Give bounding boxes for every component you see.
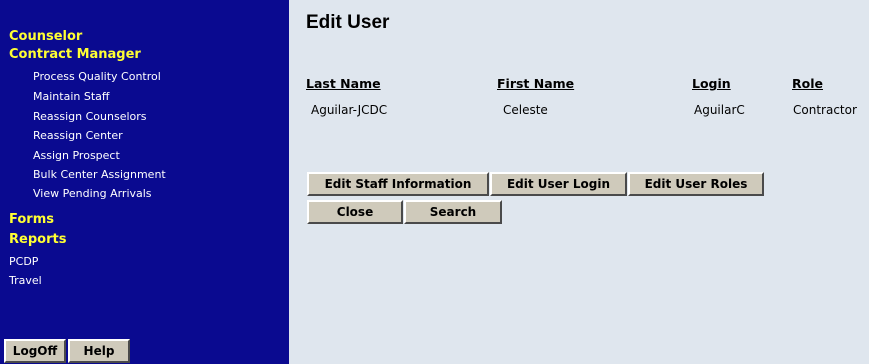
nav-process-quality-control[interactable]: Process Quality Control <box>33 70 161 83</box>
nav-counselor[interactable]: Counselor <box>9 29 82 44</box>
nav-forms[interactable]: Forms <box>9 212 54 227</box>
page-title: Edit User <box>306 12 390 33</box>
col-header-last-name: Last Name <box>306 76 381 91</box>
col-header-login: Login <box>692 76 731 91</box>
nav-bulk-center-assignment[interactable]: Bulk Center Assignment <box>33 168 166 181</box>
sidebar-nav: Counselor Contract Manager Process Quali… <box>0 0 289 364</box>
col-header-role: Role <box>792 76 823 91</box>
help-button[interactable]: Help <box>68 339 130 363</box>
edit-staff-information-button[interactable]: Edit Staff Information <box>307 172 489 196</box>
nav-assign-prospect[interactable]: Assign Prospect <box>33 149 120 162</box>
nav-contract-manager[interactable]: Contract Manager <box>9 47 141 62</box>
user-first-name: Celeste <box>503 103 548 117</box>
user-role: Contractor <box>793 103 857 117</box>
col-header-first-name: First Name <box>497 76 575 91</box>
nav-reports[interactable]: Reports <box>9 232 66 247</box>
nav-reassign-counselors[interactable]: Reassign Counselors <box>33 110 147 123</box>
nav-travel[interactable]: Travel <box>9 274 42 287</box>
logoff-button[interactable]: LogOff <box>4 339 66 363</box>
user-last-name: Aguilar-JCDC <box>311 103 388 117</box>
edit-user-roles-button[interactable]: Edit User Roles <box>628 172 764 196</box>
search-button[interactable]: Search <box>404 200 502 224</box>
nav-reassign-center[interactable]: Reassign Center <box>33 129 123 142</box>
edit-user-login-button[interactable]: Edit User Login <box>490 172 627 196</box>
nav-pcdp[interactable]: PCDP <box>9 255 38 268</box>
nav-maintain-staff[interactable]: Maintain Staff <box>33 90 109 103</box>
close-button[interactable]: Close <box>307 200 403 224</box>
nav-view-pending-arrivals[interactable]: View Pending Arrivals <box>33 187 152 200</box>
user-login: AguilarC <box>694 103 745 117</box>
